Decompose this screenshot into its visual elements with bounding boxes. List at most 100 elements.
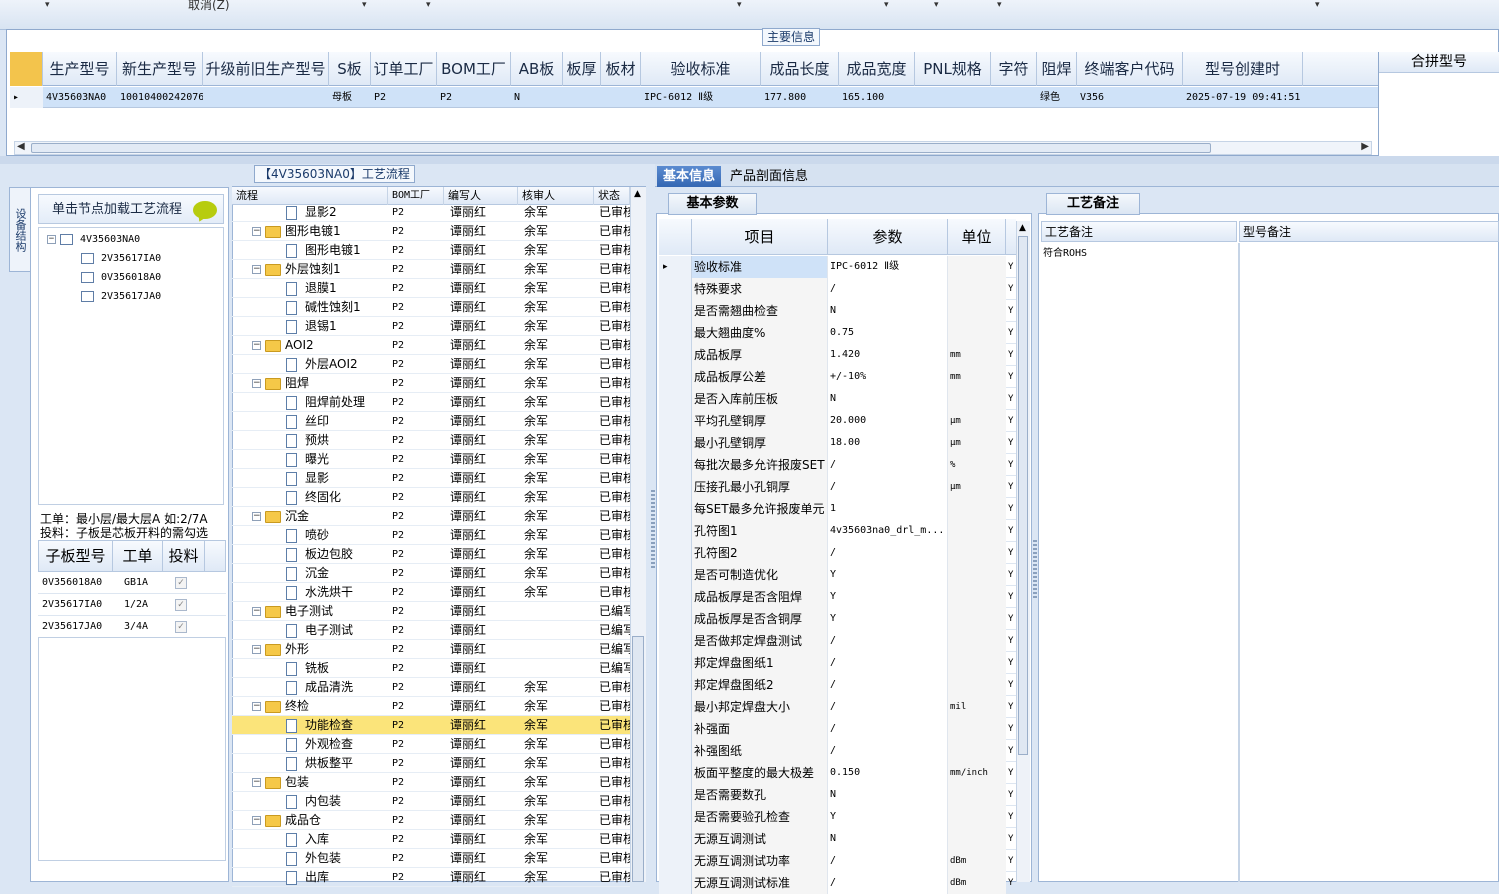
process-row[interactable]: 板边包胶 P2 谭丽红 余军 已审核 xyxy=(232,545,630,564)
param-value[interactable]: / xyxy=(828,850,948,872)
param-value[interactable]: Y xyxy=(828,608,948,630)
param-value[interactable]: 1 xyxy=(828,498,948,520)
main-cell[interactable]: 177.800 xyxy=(761,87,839,108)
param-row[interactable]: 无源互调测试标准 / dBm Y xyxy=(659,872,1016,894)
scroll-thumb[interactable] xyxy=(1018,236,1028,755)
param-row[interactable]: 成品板厚公差 +/-10% mm Y xyxy=(659,366,1016,388)
collapse-icon[interactable]: − xyxy=(252,645,261,654)
main-cell[interactable] xyxy=(601,87,641,108)
param-row[interactable]: 最小孔壁铜厚 18.00 μm Y xyxy=(659,432,1016,454)
tab-product-profile[interactable]: 产品剖面信息 xyxy=(726,166,812,187)
process-row[interactable]: 烘板整平 P2 谭丽红 余军 已审核 xyxy=(232,754,630,773)
param-value[interactable]: IPC-6012 Ⅱ级 xyxy=(828,256,948,278)
param-value[interactable]: / xyxy=(828,674,948,696)
process-row[interactable]: 终固化 P2 谭丽红 余军 已审核 xyxy=(232,488,630,507)
process-row[interactable]: 外包装 P2 谭丽红 余军 已审核 xyxy=(232,849,630,868)
param-value[interactable]: 18.00 xyxy=(828,432,948,454)
main-cell[interactable] xyxy=(563,87,601,108)
process-row[interactable]: − 成品仓 P2 谭丽红 余军 已审核 xyxy=(232,811,630,830)
param-row[interactable]: 无源互调测试 N Y xyxy=(659,828,1016,850)
main-grid-row[interactable]: ▸ 4V35603NA0 10010400242076 母板 P2 P2 N IPC-6012… xyxy=(10,87,1378,108)
process-row[interactable]: − 包装 P2 谭丽红 余军 已审核 xyxy=(232,773,630,792)
param-row[interactable]: 邦定焊盘图纸2/Y xyxy=(659,674,1016,696)
param-row[interactable]: 是否需要数孔 N Y xyxy=(659,784,1016,806)
param-row[interactable]: 孔符图1 4v35603na0_drl_m... Y xyxy=(659,520,1016,542)
process-row[interactable]: 丝印 P2 谭丽红 余军 已审核 xyxy=(232,412,630,431)
param-row[interactable]: 是否需要验孔检查 Y Y xyxy=(659,806,1016,828)
param-value[interactable]: / xyxy=(828,630,948,652)
process-remark-value[interactable]: 符合ROHS xyxy=(1043,245,1223,263)
param-value[interactable]: N xyxy=(828,784,948,806)
process-row[interactable]: − 外层蚀刻1 P2 谭丽红 余军 已审核 xyxy=(232,260,630,279)
feed-checkbox[interactable]: ✓ xyxy=(175,621,187,633)
collapse-icon[interactable]: − xyxy=(252,702,261,711)
dropdown-arrow-icon[interactable]: ▾ xyxy=(934,0,939,10)
param-row[interactable]: 补强图纸 / Y xyxy=(659,740,1016,762)
param-row[interactable]: 压接孔最小孔铜厚 / μm Y xyxy=(659,476,1016,498)
sub-order[interactable]: GB1A xyxy=(120,572,164,594)
cancel-button[interactable]: 取消(Z) xyxy=(188,0,230,13)
param-row[interactable]: 是否可制造优化 Y Y xyxy=(659,564,1016,586)
param-row[interactable]: 最小邦定焊盘大小 / mil Y xyxy=(659,696,1016,718)
process-row[interactable]: 外观检查 P2 谭丽红 余军 已审核 xyxy=(232,735,630,754)
basic-params-title[interactable]: 基本参数 xyxy=(668,193,757,215)
process-row[interactable]: − 沉金 P2 谭丽红 余军 已审核 xyxy=(232,507,630,526)
param-value[interactable]: / xyxy=(828,740,948,762)
param-row[interactable]: 补强面 / Y xyxy=(659,718,1016,740)
param-row[interactable]: 每批次最多允许报废SET /% Y xyxy=(659,454,1016,476)
main-cell[interactable] xyxy=(991,87,1037,108)
horizontal-scrollbar[interactable]: ◀ ▶ xyxy=(14,141,1372,155)
process-row[interactable]: 功能检查 P2 谭丽红 余军 已审核 xyxy=(232,716,630,735)
main-cell[interactable]: P2 xyxy=(437,87,511,108)
collapse-icon[interactable]: − xyxy=(252,816,261,825)
dropdown-arrow-icon[interactable]: ▾ xyxy=(737,0,742,10)
process-row[interactable]: 出库 P2 谭丽红 余军 已审核 xyxy=(232,868,630,887)
param-value[interactable]: 4v35603na0_drl_m... xyxy=(828,520,948,542)
param-row[interactable]: ▸ 验收标准 IPC-6012 Ⅱ级 Y xyxy=(659,256,1016,278)
collapse-icon[interactable]: − xyxy=(252,379,261,388)
param-row[interactable]: 每SET最多允许报废单元 1 Y xyxy=(659,498,1016,520)
dropdown-arrow-icon[interactable]: ▾ xyxy=(426,0,431,10)
process-row[interactable]: − 图形电镀1 P2 谭丽红 余军 已审核 xyxy=(232,222,630,241)
main-cell[interactable]: V356 xyxy=(1077,87,1183,108)
main-cell[interactable]: P2 xyxy=(371,87,437,108)
process-row[interactable]: 退膜1 P2 谭丽红 余军 已审核 xyxy=(232,279,630,298)
main-cell[interactable]: N xyxy=(511,87,563,108)
param-row[interactable]: 特殊要求 / Y xyxy=(659,278,1016,300)
param-value[interactable]: Y xyxy=(828,564,948,586)
dropdown-arrow-icon[interactable]: ▾ xyxy=(884,0,889,10)
process-row[interactable]: 内包装 P2 谭丽红 余军 已审核 xyxy=(232,792,630,811)
main-cell[interactable]: 母板 xyxy=(329,87,371,108)
scroll-left-icon[interactable]: ◀ xyxy=(17,141,25,152)
tab-basic-info[interactable]: 基本信息 xyxy=(657,166,721,187)
process-row[interactable]: 显影 P2 谭丽红 余军 已审核 xyxy=(232,469,630,488)
main-cell[interactable] xyxy=(915,87,991,108)
splitter-grip-icon[interactable] xyxy=(651,490,655,570)
dropdown-arrow-icon[interactable]: ▾ xyxy=(1315,0,1320,10)
param-value[interactable]: / xyxy=(828,476,948,498)
param-value[interactable]: 0.150 xyxy=(828,762,948,784)
process-row[interactable]: 退锡1 P2 谭丽红 余军 已审核 xyxy=(232,317,630,336)
dropdown-arrow-icon[interactable]: ▾ xyxy=(362,0,367,10)
process-row[interactable]: 图形电镀1 P2 谭丽红 余军 已审核 xyxy=(232,241,630,260)
param-row[interactable]: 平均孔壁铜厚 20.000 μm Y xyxy=(659,410,1016,432)
process-row[interactable]: 碱性蚀刻1 P2 谭丽红 余军 已审核 xyxy=(232,298,630,317)
tree-root[interactable]: − 4V35603NA0 xyxy=(47,231,140,249)
tree-child[interactable]: 2V35617IA0 xyxy=(81,250,161,268)
process-row[interactable]: − AOI2 P2 谭丽红 余军 已审核 xyxy=(232,336,630,355)
sub-order[interactable]: 1/2A xyxy=(120,594,164,616)
remarks-title[interactable]: 工艺备注 xyxy=(1046,193,1140,215)
process-row[interactable]: 沉金 P2 谭丽红 余军 已审核 xyxy=(232,564,630,583)
process-row[interactable]: 入库 P2 谭丽红 余军 已审核 xyxy=(232,830,630,849)
param-row[interactable]: 成品板厚 1.420 mm Y xyxy=(659,344,1016,366)
process-row[interactable]: 阻焊前处理 P2 谭丽红 余军 已审核 xyxy=(232,393,630,412)
param-row[interactable]: 成品板厚是否含阻焊 Y Y xyxy=(659,586,1016,608)
process-row[interactable]: 显影2 P2 谭丽红 余军 已审核 xyxy=(232,203,630,222)
feed-checkbox[interactable]: ✓ xyxy=(175,577,187,589)
param-value[interactable]: 0.75 xyxy=(828,322,948,344)
process-row[interactable]: 曝光 P2 谭丽红 余军 已审核 xyxy=(232,450,630,469)
param-row[interactable]: 邦定焊盘图纸1/Y xyxy=(659,652,1016,674)
splitter[interactable] xyxy=(0,156,1499,164)
param-row[interactable]: 是否做邦定焊盘测试 / Y xyxy=(659,630,1016,652)
sub-board-row[interactable]: 2V35617JA0 3/4A ✓ xyxy=(38,616,226,638)
